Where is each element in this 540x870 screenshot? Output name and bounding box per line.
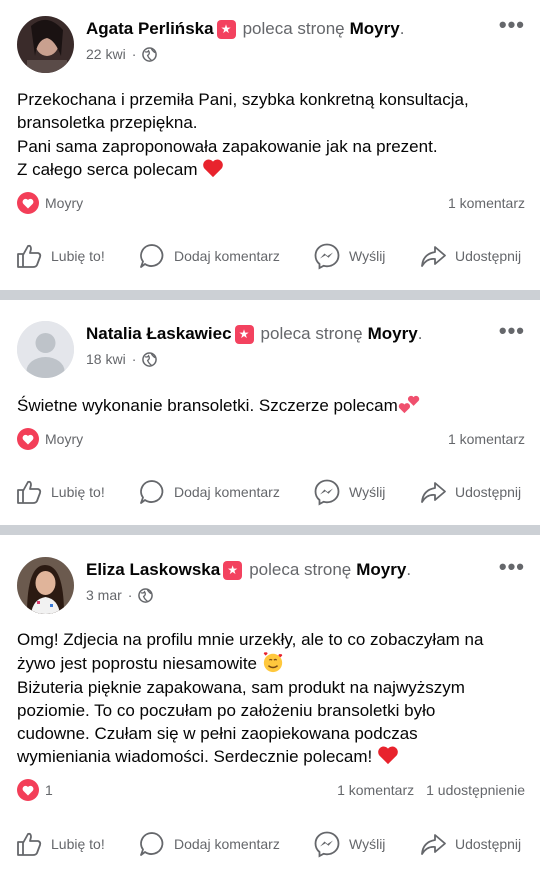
share-count[interactable]: 1 udostępnienie [426,782,525,798]
review-post-1: Agata Perlińska ★ poleca stronę Moyry. 2… [0,0,540,290]
share-button[interactable]: Udostępnij [419,242,521,270]
post-separator [0,290,540,300]
recommend-text: poleca stronę [260,324,363,343]
like-button[interactable]: Lubię to! [15,830,105,858]
comment-bubble-icon [140,480,164,504]
comment-bubble-icon [140,244,164,268]
comment-label: Dodaj komentarz [174,836,280,852]
send-label: Wyślij [349,484,386,500]
heart-reaction-icon[interactable] [17,428,39,450]
author-avatar[interactable] [17,16,74,73]
messenger-icon [314,831,340,858]
share-arrow-icon [421,834,446,855]
share-label: Udostępnij [455,484,522,500]
smiling-face-hearts-icon [262,651,284,675]
post-date[interactable]: 18 kwi [86,351,126,367]
red-heart-icon [202,158,224,181]
messenger-icon [314,479,340,506]
comment-count[interactable]: 1 komentarz [448,431,525,447]
reaction-label[interactable]: Moyry [45,431,83,447]
recommend-text: poleca stronę [249,560,352,579]
more-options-icon[interactable]: ••• [499,320,525,342]
like-label: Lubię to! [51,836,105,852]
heart-reaction-icon[interactable] [17,779,39,801]
share-label: Udostępnij [455,836,522,852]
thumbs-up-icon [17,244,42,268]
comment-bubble-icon [140,832,164,856]
comment-label: Dodaj komentarz [174,248,280,264]
review-post-3: Eliza Laskowska ★ poleca stronę Moyry. 3… [0,535,540,870]
recommend-badge-icon: ★ [216,19,236,39]
comment-button[interactable]: Dodaj komentarz [138,242,280,270]
more-options-icon[interactable]: ••• [499,14,525,36]
comment-button[interactable]: Dodaj komentarz [138,478,280,506]
messenger-icon [314,243,340,270]
author-name[interactable]: Eliza Laskowska [86,560,220,580]
post-date[interactable]: 22 kwi [86,46,126,62]
recommend-badge-icon: ★ [234,324,254,344]
like-label: Lubię to! [51,248,105,264]
author-avatar[interactable] [17,557,74,614]
globe-icon [142,46,158,62]
globe-icon [138,587,154,603]
page-name-link[interactable]: Moyry [356,560,406,580]
post-text: Omg! Zdjecia na profilu mnie urzekły, al… [17,628,527,769]
two-hearts-icon [398,393,420,417]
share-label: Udostępnij [455,248,522,264]
recommend-text: poleca stronę [242,19,345,38]
post-text: Przekochana i przemiła Pani, szybka konk… [17,88,527,181]
post-separator [0,525,540,535]
more-options-icon[interactable]: ••• [499,556,525,578]
send-button[interactable]: Wyślij [313,830,385,858]
share-arrow-icon [421,482,446,503]
recommend-badge-icon: ★ [223,560,243,580]
send-label: Wyślij [349,836,386,852]
thumbs-up-icon [17,832,42,856]
send-button[interactable]: Wyślij [313,242,385,270]
comment-button[interactable]: Dodaj komentarz [138,830,280,858]
author-avatar[interactable] [17,321,74,378]
page-name-link[interactable]: Moyry [368,324,418,344]
review-post-2: Natalia Łaskawiec ★ poleca stronę Moyry.… [0,300,540,525]
thumbs-up-icon [17,480,42,504]
author-name[interactable]: Natalia Łaskawiec [86,324,232,344]
heart-reaction-icon[interactable] [17,192,39,214]
author-name[interactable]: Agata Perlińska [86,19,214,39]
send-label: Wyślij [349,248,386,264]
comment-label: Dodaj komentarz [174,484,280,500]
post-text: Świetne wykonanie bransoletki. Szczerze … [17,393,527,417]
comment-count[interactable]: 1 komentarz [448,195,525,211]
share-button[interactable]: Udostępnij [419,478,521,506]
send-button[interactable]: Wyślij [313,478,385,506]
reaction-label[interactable]: Moyry [45,195,83,211]
like-button[interactable]: Lubię to! [15,478,105,506]
page-name-link[interactable]: Moyry [350,19,400,39]
share-button[interactable]: Udostępnij [419,830,521,858]
post-date[interactable]: 3 mar [86,587,122,603]
reaction-count[interactable]: 1 [45,782,53,798]
red-heart-icon [377,745,399,768]
share-arrow-icon [421,246,446,267]
comment-count[interactable]: 1 komentarz [337,782,414,798]
like-label: Lubię to! [51,484,105,500]
globe-icon [142,351,158,367]
like-button[interactable]: Lubię to! [15,242,105,270]
